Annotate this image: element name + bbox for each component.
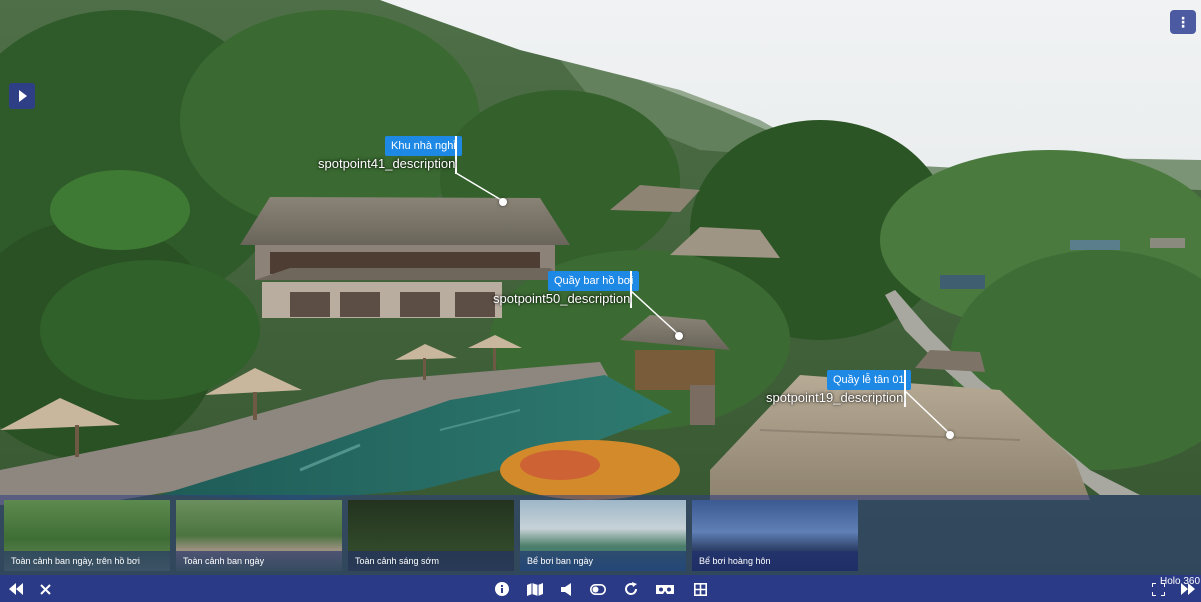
- hotspot-leader-line: [904, 390, 949, 433]
- brand-watermark: Holo 360: [1160, 576, 1201, 587]
- sound-button[interactable]: [557, 579, 577, 599]
- vr-mode-button[interactable]: [655, 579, 675, 599]
- map-button[interactable]: [525, 579, 545, 599]
- thumbnail-label: Toàn cảnh sáng sớm: [348, 551, 514, 571]
- info-icon: [495, 582, 509, 596]
- more-vertical-icon: ⋮: [1176, 13, 1190, 30]
- thumbnail-label: Bể bơi ban ngày: [520, 551, 686, 571]
- scene-thumbnail[interactable]: Toàn cảnh ban ngày: [176, 500, 342, 571]
- thumbnail-label: Bể bơi hoàng hôn: [692, 551, 858, 571]
- more-menu-button[interactable]: ⋮: [1170, 10, 1196, 34]
- hotspot-title[interactable]: Quầy bar hồ bơi: [548, 271, 640, 291]
- scene-thumbnail[interactable]: Toàn cảnh ban ngày, trên hồ bơi: [4, 500, 170, 571]
- hotspot-description: spotpoint19_description: [766, 390, 904, 405]
- toggle-icon: [590, 583, 606, 595]
- info-button[interactable]: [492, 579, 512, 599]
- previous-scene-button[interactable]: [6, 579, 26, 599]
- hotspot-marker[interactable]: [499, 198, 507, 206]
- scene-thumbnail-strip: Toàn cảnh ban ngày, trên hồ bơi Toàn cản…: [0, 495, 1201, 575]
- autorotate-button[interactable]: [621, 579, 641, 599]
- toggle-hotspots-button[interactable]: [588, 579, 608, 599]
- map-icon: [527, 582, 543, 596]
- rotate-icon: [625, 582, 638, 595]
- hotspot-description: spotpoint41_description: [318, 156, 456, 171]
- scene-thumbnail[interactable]: Bể bơi hoàng hôn: [692, 500, 858, 571]
- thumbnail-label: Toàn cảnh ban ngày, trên hồ bơi: [4, 551, 170, 571]
- rewind-icon: [9, 583, 23, 595]
- scene-thumbnail[interactable]: Bể bơi ban ngày: [520, 500, 686, 571]
- hotspot-description: spotpoint50_description: [493, 291, 631, 306]
- scene-thumbnail[interactable]: Toàn cảnh sáng sớm: [348, 500, 514, 571]
- hotspot-marker[interactable]: [675, 332, 683, 340]
- hotspot-marker[interactable]: [946, 431, 954, 439]
- hotspot-title[interactable]: Quầy lễ tân 01: [827, 370, 911, 390]
- play-icon: [19, 90, 27, 102]
- gallery-button[interactable]: [690, 579, 710, 599]
- close-icon: [39, 583, 51, 595]
- vr-icon: [656, 584, 674, 594]
- gallery-icon: [693, 582, 707, 596]
- close-button[interactable]: [35, 579, 55, 599]
- thumbnail-label: Toàn cảnh ban ngày: [176, 551, 342, 571]
- bottom-toolbar: [0, 575, 1201, 602]
- sound-icon: [561, 582, 571, 596]
- hotspot-title[interactable]: Khu nhà nghỉ: [385, 136, 462, 156]
- autoplay-button[interactable]: [9, 83, 35, 109]
